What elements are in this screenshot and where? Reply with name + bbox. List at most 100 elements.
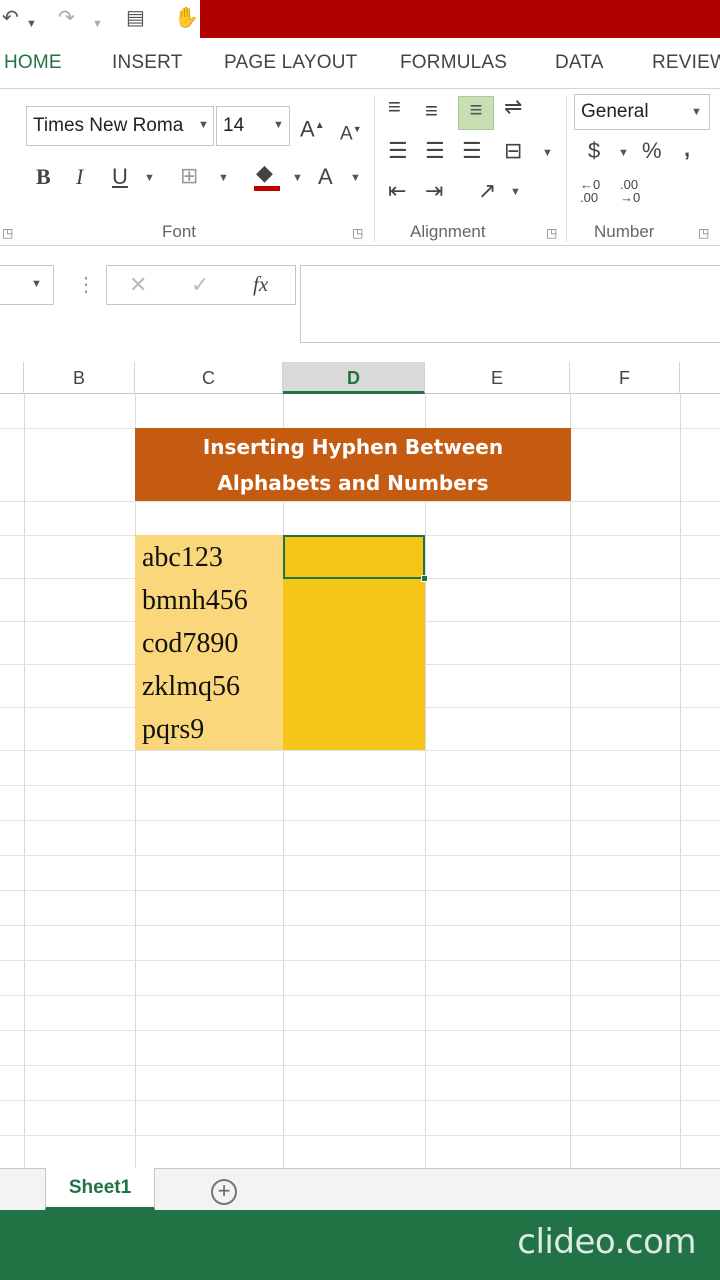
decrease-decimal-icon[interactable]: .00 →0 — [620, 178, 640, 204]
currency-dropdown-icon[interactable]: ▼ — [618, 147, 629, 159]
increase-indent-icon[interactable]: ⇥ — [425, 178, 443, 204]
fill-handle[interactable] — [421, 575, 428, 582]
align-top-icon[interactable]: ≡ — [388, 94, 401, 120]
gridline — [425, 394, 426, 1168]
tab-review[interactable]: REVIEW — [652, 52, 720, 74]
merge-center-icon[interactable]: ⊟ — [504, 138, 522, 164]
gridline — [0, 1065, 720, 1066]
bold-button[interactable]: B — [36, 164, 51, 190]
underline-button[interactable]: U — [112, 164, 128, 190]
cell-d-output[interactable] — [283, 707, 425, 750]
fill-color-dropdown-icon[interactable]: ▼ — [292, 172, 303, 184]
number-format-dropdown-icon[interactable]: ▼ — [691, 106, 702, 118]
redo-dropdown-icon[interactable]: ▼ — [92, 12, 103, 36]
form-icon[interactable]: ▤ — [126, 6, 145, 30]
number-format-box[interactable]: General — [574, 94, 710, 130]
number-dialog-launcher-icon[interactable]: ◳ — [698, 226, 709, 240]
increase-decimal-icon[interactable]: ←0.00 — [580, 178, 600, 204]
column-header-e[interactable]: E — [425, 362, 570, 394]
font-dialog-launcher-icon[interactable]: ◳ — [352, 226, 363, 240]
wrap-text-icon[interactable]: ⇌ — [504, 94, 522, 120]
undo-dropdown-icon[interactable]: ▼ — [26, 12, 37, 36]
font-color-dropdown-icon[interactable]: ▼ — [350, 172, 361, 184]
orientation-icon[interactable]: ↗ — [478, 178, 496, 204]
tab-formulas[interactable]: FORMULAS — [400, 52, 507, 74]
sheet-tab-sheet1[interactable]: Sheet1 — [45, 1168, 155, 1210]
merge-dropdown-icon[interactable]: ▼ — [542, 147, 553, 159]
insert-function-icon[interactable]: fx — [253, 272, 268, 297]
status-bar: clideo.com — [0, 1210, 720, 1280]
grow-font-glyph: A — [300, 116, 315, 142]
gridline — [283, 394, 284, 1168]
font-name-box[interactable]: Times New Roma — [26, 106, 214, 146]
currency-button[interactable]: $ — [588, 138, 600, 164]
tab-data[interactable]: DATA — [555, 52, 604, 74]
gridline — [0, 995, 720, 996]
name-box[interactable]: ▼ — [0, 265, 54, 305]
sheet-title-banner[interactable]: Inserting Hyphen Between Alphabets and N… — [135, 428, 571, 501]
gridline — [0, 785, 720, 786]
column-header-b[interactable]: B — [24, 362, 135, 394]
shrink-font-icon[interactable]: A▼ — [340, 116, 362, 147]
tab-insert[interactable]: INSERT — [112, 52, 183, 74]
orientation-dropdown-icon[interactable]: ▼ — [510, 186, 521, 198]
font-name-dropdown-icon[interactable]: ▼ — [198, 119, 209, 131]
font-size-dropdown-icon[interactable]: ▼ — [273, 119, 284, 131]
tab-home[interactable]: HOME — [4, 52, 62, 74]
clipboard-dialog-launcher-icon[interactable]: ◳ — [2, 226, 13, 240]
borders-icon[interactable]: ⊞ — [180, 163, 198, 189]
cell-c-value[interactable]: bmnh456 — [135, 578, 283, 621]
percent-button[interactable]: % — [642, 138, 662, 164]
gridline — [0, 890, 720, 891]
cell-d-output[interactable] — [283, 578, 425, 621]
fill-color-icon[interactable]: ◆ — [254, 160, 280, 191]
gridline — [24, 394, 25, 1168]
cell-c-value[interactable]: zklmq56 — [135, 664, 283, 707]
number-group-label: Number — [594, 222, 655, 241]
name-box-dropdown-icon[interactable]: ▼ — [31, 278, 42, 290]
active-cell[interactable] — [283, 535, 425, 579]
cancel-icon[interactable]: ✕ — [129, 272, 147, 298]
touch-mode-icon[interactable]: ✋ — [174, 6, 199, 30]
worksheet-grid[interactable] — [0, 394, 720, 1168]
gridline — [570, 394, 571, 1168]
column-header-c[interactable]: C — [135, 362, 283, 394]
column-header-f[interactable]: F — [570, 362, 680, 394]
formula-bar-grip-icon: ⋮ — [76, 274, 96, 296]
underline-dropdown-icon[interactable]: ▼ — [144, 172, 155, 184]
grow-font-icon[interactable]: A▲ — [300, 113, 325, 142]
ribbon-tabs: HOME INSERT PAGE LAYOUT FORMULAS DATA RE… — [0, 40, 720, 88]
align-right-icon[interactable]: ☰ — [462, 138, 482, 164]
add-sheet-button[interactable]: + — [211, 1179, 237, 1205]
redo-icon[interactable]: ↷ — [58, 6, 75, 30]
align-left-icon[interactable]: ☰ — [388, 138, 408, 164]
enter-icon[interactable]: ✓ — [191, 272, 209, 298]
decrease-indent-icon[interactable]: ⇤ — [388, 178, 406, 204]
align-center-icon[interactable]: ☰ — [425, 138, 445, 164]
cell-d-output[interactable] — [283, 621, 425, 664]
watermark-text: clideo.com — [517, 1222, 696, 1262]
gridline — [0, 1135, 720, 1136]
align-bottom-icon[interactable]: ≡ — [458, 96, 494, 130]
undo-icon[interactable]: ↶ — [2, 6, 19, 30]
column-header-d[interactable]: D — [283, 362, 425, 394]
tab-page-layout[interactable]: PAGE LAYOUT — [224, 52, 357, 74]
cell-d-output[interactable] — [283, 664, 425, 707]
font-color-button[interactable]: A — [318, 164, 333, 190]
gridline — [0, 925, 720, 926]
gridline — [0, 855, 720, 856]
formula-input[interactable] — [300, 265, 720, 343]
comma-button[interactable]: , — [684, 136, 690, 162]
cell-c-value[interactable]: abc123 — [135, 535, 283, 578]
cell-c-value[interactable]: pqrs9 — [135, 707, 283, 750]
font-name-value: Times New Roma — [33, 115, 184, 136]
borders-dropdown-icon[interactable]: ▼ — [218, 172, 229, 184]
alignment-dialog-launcher-icon[interactable]: ◳ — [546, 226, 557, 240]
sheet-title-line-1: Inserting Hyphen Between — [202, 435, 504, 459]
gridline — [0, 750, 720, 751]
sheet-tab-bar: Sheet1 + — [0, 1168, 720, 1210]
cell-c-value[interactable]: cod7890 — [135, 621, 283, 664]
italic-button[interactable]: I — [76, 164, 83, 190]
shrink-font-glyph: A — [340, 123, 353, 145]
align-middle-icon[interactable]: ≡ — [425, 98, 438, 124]
